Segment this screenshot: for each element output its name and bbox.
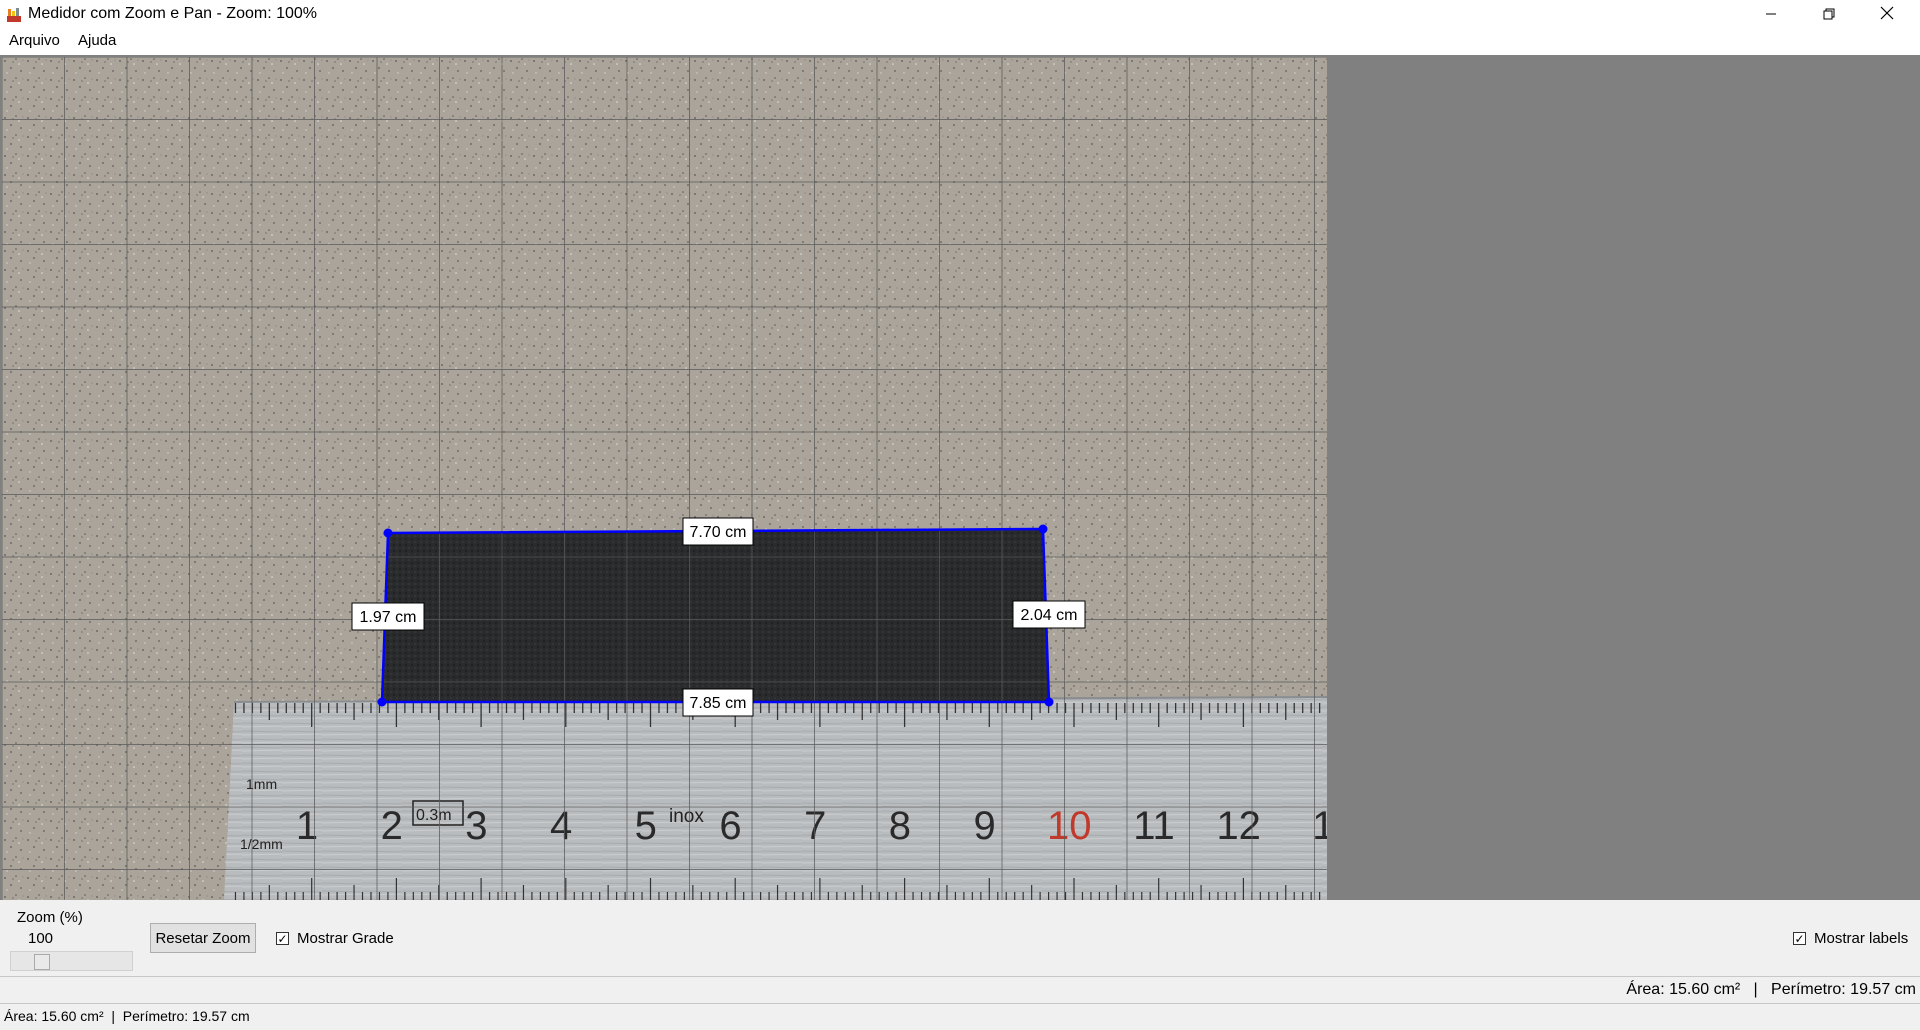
ruler-number: 3: [465, 804, 487, 848]
checkmark-icon: ✓: [1794, 931, 1805, 946]
ruler-scale-mm: 1mm: [246, 776, 277, 792]
ruler-number: 9: [973, 804, 995, 848]
menu-bar: [0, 30, 1920, 55]
ruler-number: 7: [804, 804, 826, 848]
measured-object: [382, 529, 1049, 702]
zoom-label: Zoom (%): [17, 909, 83, 926]
minimize-icon: [1765, 7, 1777, 24]
vertex-handle-top-right[interactable]: [1038, 524, 1048, 534]
zoom-slider-thumb[interactable]: [34, 954, 51, 970]
status-bar: [0, 1004, 1920, 1030]
vertex-handle-bottom-right[interactable]: [1044, 697, 1054, 707]
close-button[interactable]: [1858, 0, 1916, 30]
label-bottom-text: 7.85 cm: [690, 695, 747, 712]
menu-arquivo[interactable]: Arquivo: [9, 32, 60, 49]
ruler-number: 10: [1047, 804, 1092, 848]
ruler-number: 5: [635, 804, 657, 848]
vertex-handle-top-left[interactable]: [383, 528, 393, 538]
label-top: 7.70 cm: [682, 517, 754, 546]
ruler-number: 12: [1216, 804, 1261, 848]
menu-ajuda[interactable]: Ajuda: [78, 32, 116, 49]
reset-zoom-button[interactable]: Resetar Zoom: [150, 923, 256, 953]
zoom-slider[interactable]: [10, 951, 133, 971]
measurement-canvas[interactable]: 1mm 1/2mm 0.3m inox 1 2 3 4 5 6 7 8 9 10 11 12 1 7.7…: [1, 56, 1335, 900]
app-icon: [6, 7, 22, 23]
ruler-brand: inox: [669, 806, 704, 827]
ruler-badge: 0.3m: [416, 807, 452, 824]
restore-icon: [1823, 7, 1835, 24]
measurement-summary: Área: 15.60 cm² | Perímetro: 19.57 cm: [1626, 981, 1916, 998]
label-left: 1.97 cm: [351, 602, 425, 631]
label-bottom: 7.85 cm: [682, 688, 754, 717]
ruler-number: 2: [381, 804, 403, 848]
ruler-number: 6: [719, 804, 741, 848]
ruler-scale-half-mm: 1/2mm: [240, 836, 283, 852]
ruler-number: 8: [889, 804, 911, 848]
zoom-value: 100: [28, 930, 54, 947]
label-left-text: 1.97 cm: [360, 609, 417, 626]
restore-button[interactable]: [1800, 0, 1858, 30]
vertex-handle-bottom-left[interactable]: [377, 697, 387, 707]
ruler-number: 4: [550, 804, 572, 848]
checkmark-icon: ✓: [277, 931, 288, 946]
show-labels-checkbox[interactable]: ✓: [1793, 932, 1806, 945]
ruler-number: 11: [1133, 804, 1175, 848]
label-right-text: 2.04 cm: [1021, 607, 1078, 624]
label-top-text: 7.70 cm: [690, 524, 747, 541]
window-title: Medidor com Zoom e Pan - Zoom: 100%: [28, 5, 318, 22]
show-grid-label[interactable]: Mostrar Grade: [297, 930, 394, 947]
status-bar-text: Área: 15.60 cm² | Perímetro: 19.57 cm: [4, 1008, 250, 1024]
show-grid-checkbox[interactable]: ✓: [276, 932, 289, 945]
show-labels-label[interactable]: Mostrar labels: [1814, 930, 1908, 947]
label-right: 2.04 cm: [1012, 600, 1086, 629]
close-icon: [1880, 6, 1894, 24]
minimize-button[interactable]: [1742, 0, 1800, 30]
